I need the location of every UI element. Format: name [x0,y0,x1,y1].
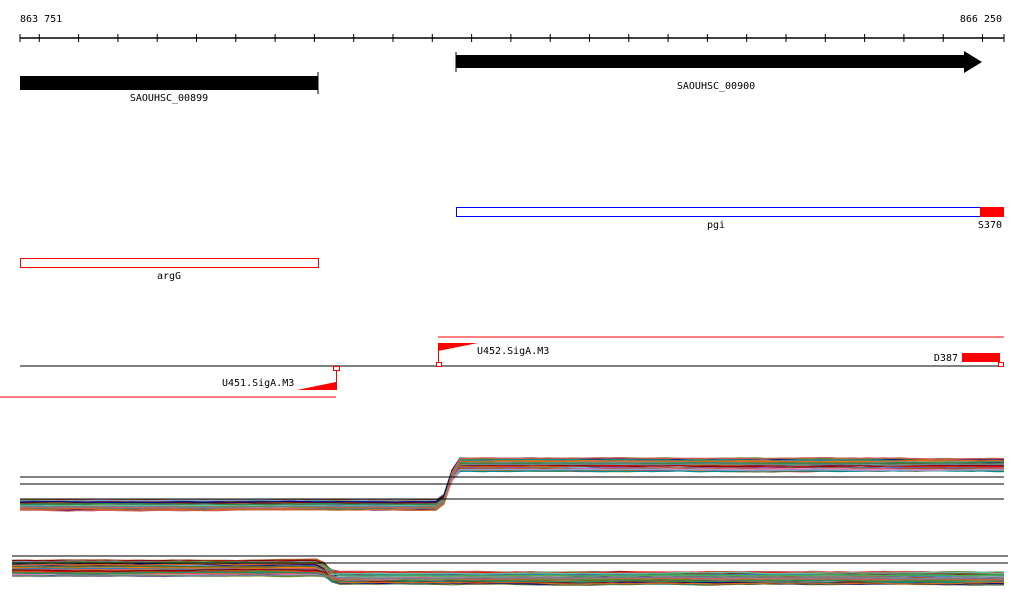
expression-trace [19,468,1005,505]
expression-trace [19,468,1004,503]
promoter-u452-flag[interactable] [438,343,478,351]
expression-track-minus [11,555,1008,586]
feature-pgi[interactable] [456,207,1004,217]
promoter-u452-label: U452.SigA.M3 [477,346,549,357]
genome-browser-chart: 863 751 866 250 SAOUHSC_00899 SAOUHSC_00… [0,14,1008,586]
expression-trace [19,469,1005,502]
segment-d387-marker [998,362,1004,367]
ruler [19,34,1005,42]
gene-saouhsc-00900-label: SAOUHSC_00900 [677,81,755,92]
feature-argg[interactable] [20,258,319,268]
feature-s370[interactable] [980,207,1004,217]
feature-argg-label: argG [157,271,181,282]
ruler-start-label: 863 751 [20,14,62,25]
feature-s370-label: S370 [978,220,1002,231]
segment-d387-label: D387 [934,353,958,364]
expression-track-plus [19,456,1005,512]
promoter-u451-marker [333,366,340,371]
promoter-u451-flag[interactable] [297,382,336,390]
ruler-end-label: 866 250 [960,14,1002,25]
feature-pgi-label: pgi [707,220,725,231]
gene-saouhsc-00899-bar[interactable] [20,76,318,90]
gene-saouhsc-00900-arrow[interactable] [456,51,982,73]
promoter-u451-label: U451.SigA.M3 [222,378,294,389]
gene-saouhsc-00899-label: SAOUHSC_00899 [130,93,208,104]
expression-trace [19,467,1005,504]
promoter-u452-marker [436,362,442,367]
segment-d387[interactable] [962,353,1000,362]
expression-trace [20,469,1004,503]
